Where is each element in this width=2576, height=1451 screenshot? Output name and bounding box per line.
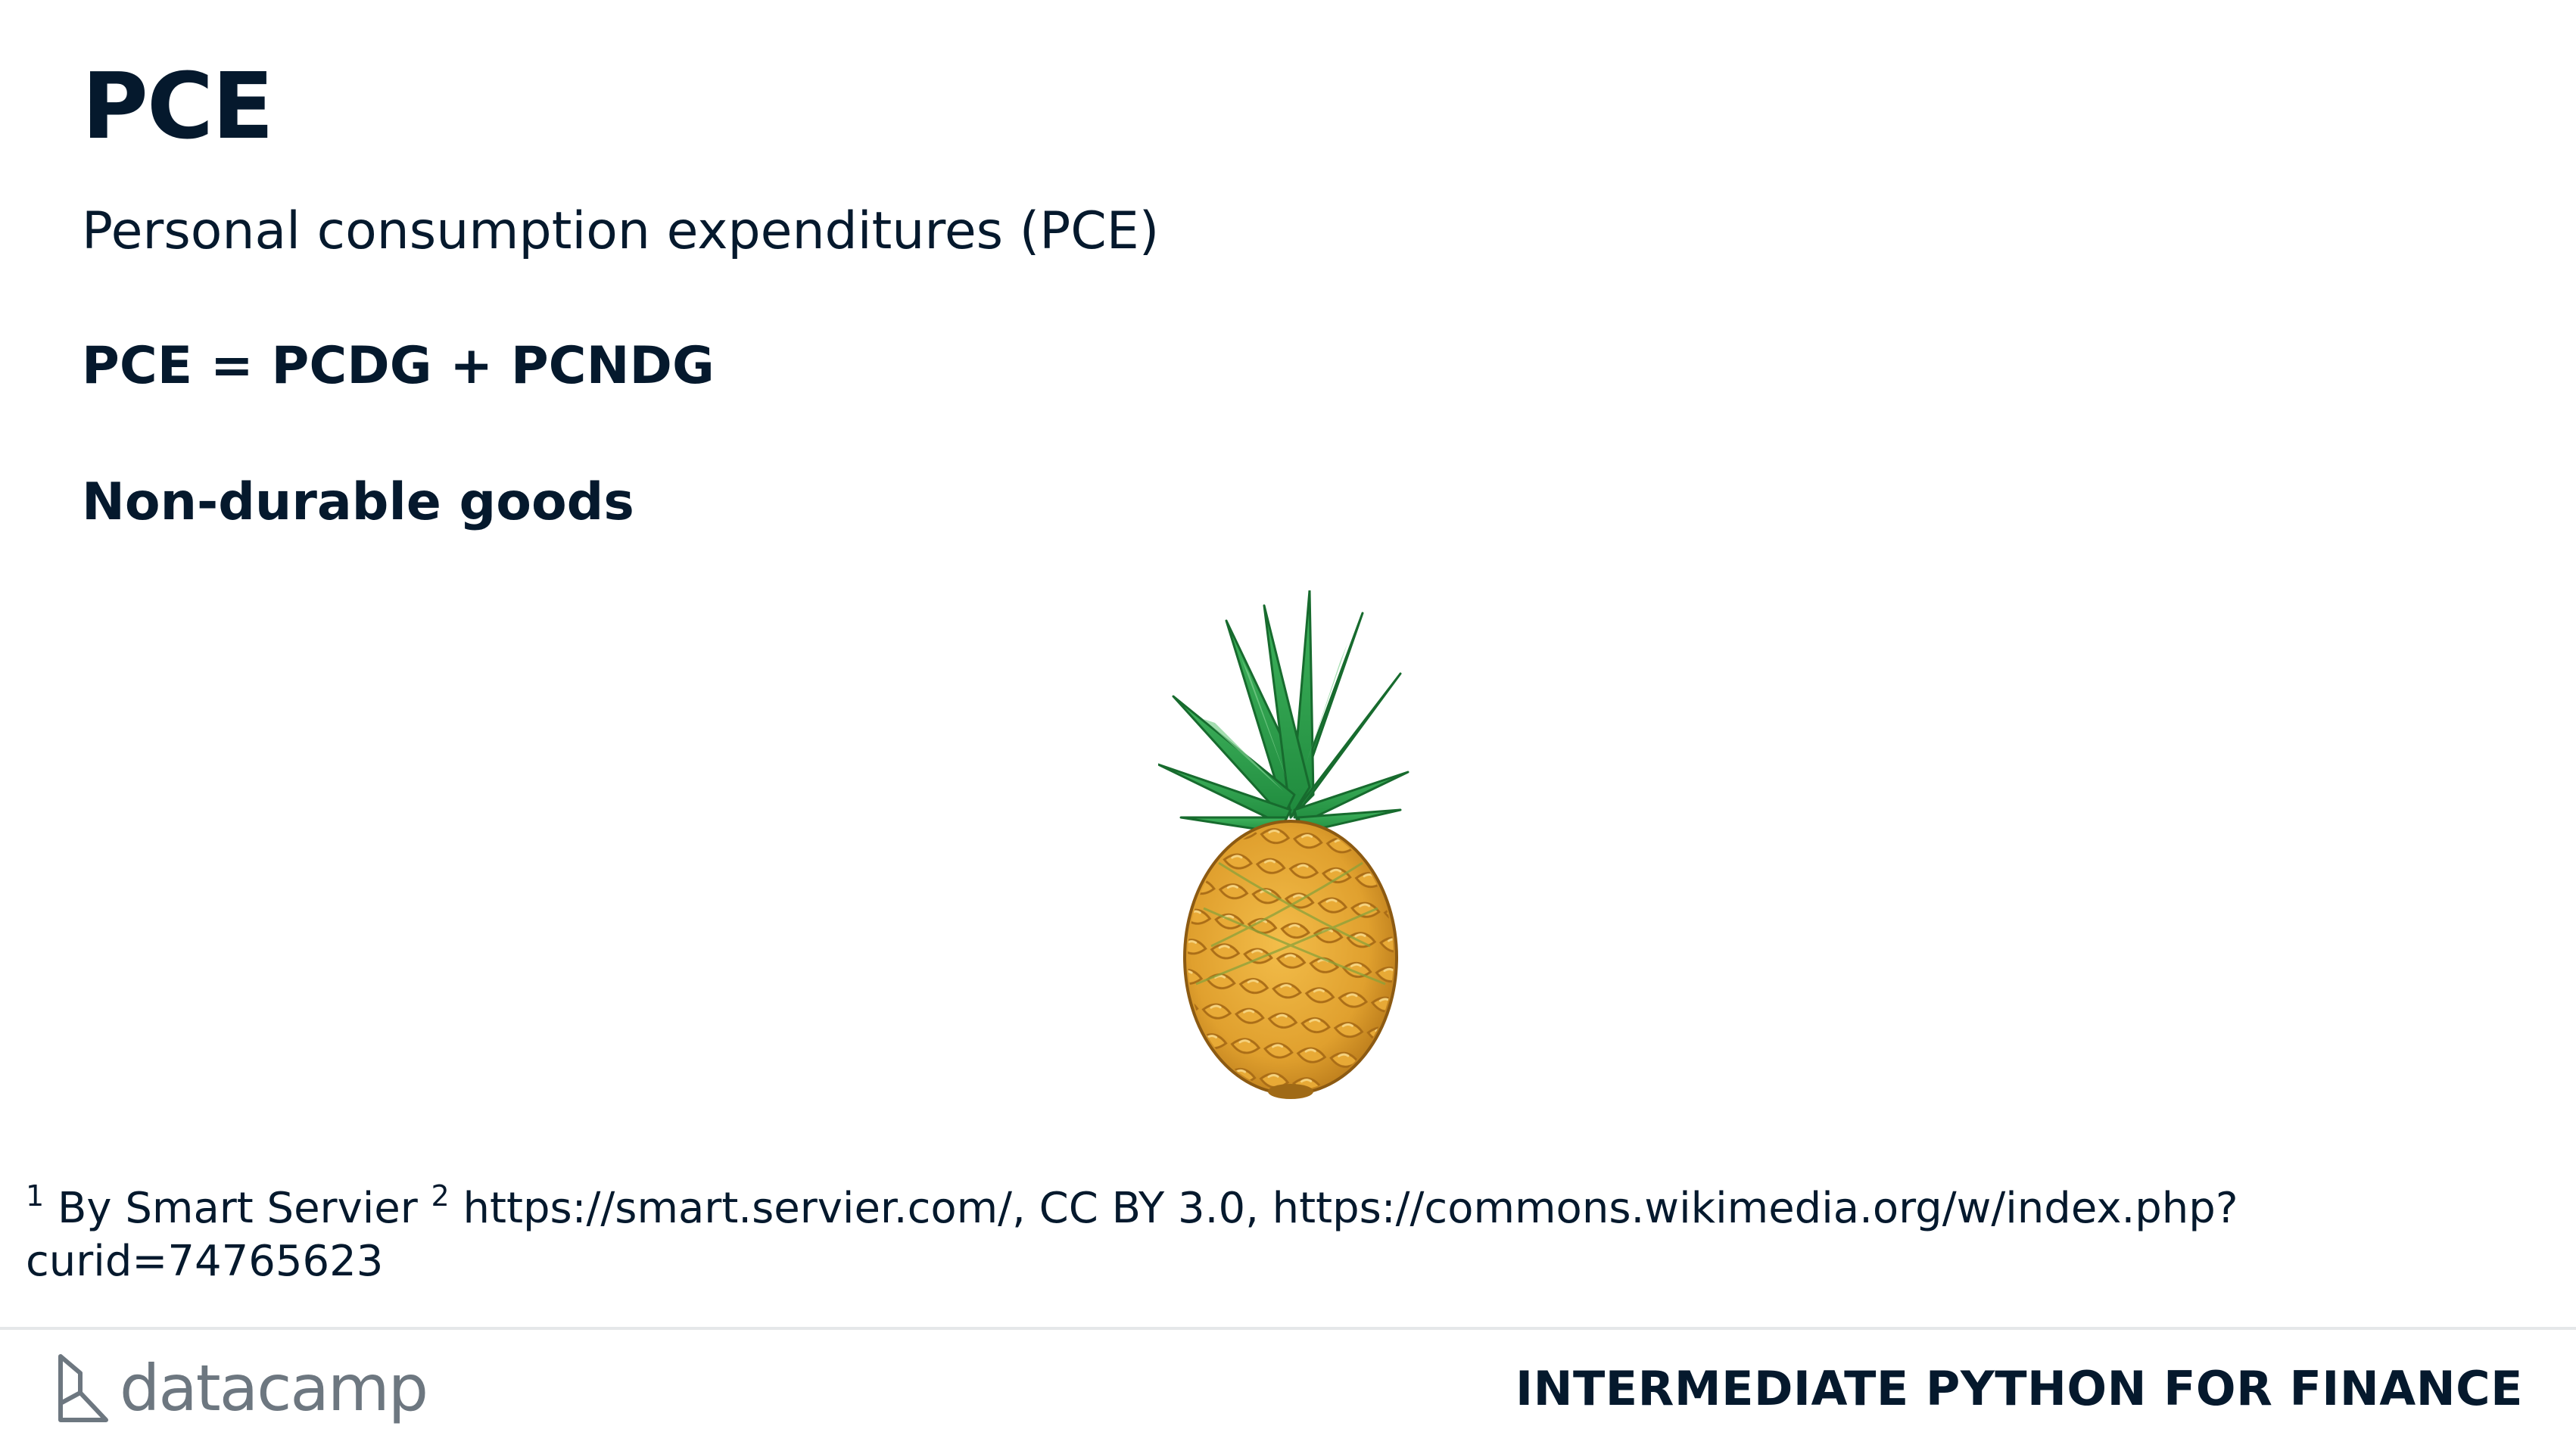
datacamp-logo: datacamp	[53, 1350, 428, 1426]
category-heading: Non-durable goods	[82, 472, 634, 532]
footnote-text-1: By Smart Servier	[44, 1184, 431, 1233]
image-attribution-footnote: 1 By Smart Servier 2 https://smart.servi…	[26, 1182, 2524, 1288]
footnote-marker-2: 2	[431, 1179, 450, 1213]
datacamp-logo-icon	[58, 1354, 108, 1422]
pineapple-illustration	[1157, 589, 1423, 1105]
footer-divider	[0, 1327, 2576, 1330]
datacamp-logo-text: datacamp	[120, 1351, 428, 1425]
slide-title: PCE	[82, 54, 274, 160]
pce-formula: PCE = PCDG + PCNDG	[82, 336, 715, 396]
footnote-marker-1: 1	[26, 1179, 45, 1213]
slide-subtitle: Personal consumption expenditures (PCE)	[82, 201, 1160, 261]
course-title: INTERMEDIATE PYTHON FOR FINANCE	[1515, 1361, 2523, 1416]
